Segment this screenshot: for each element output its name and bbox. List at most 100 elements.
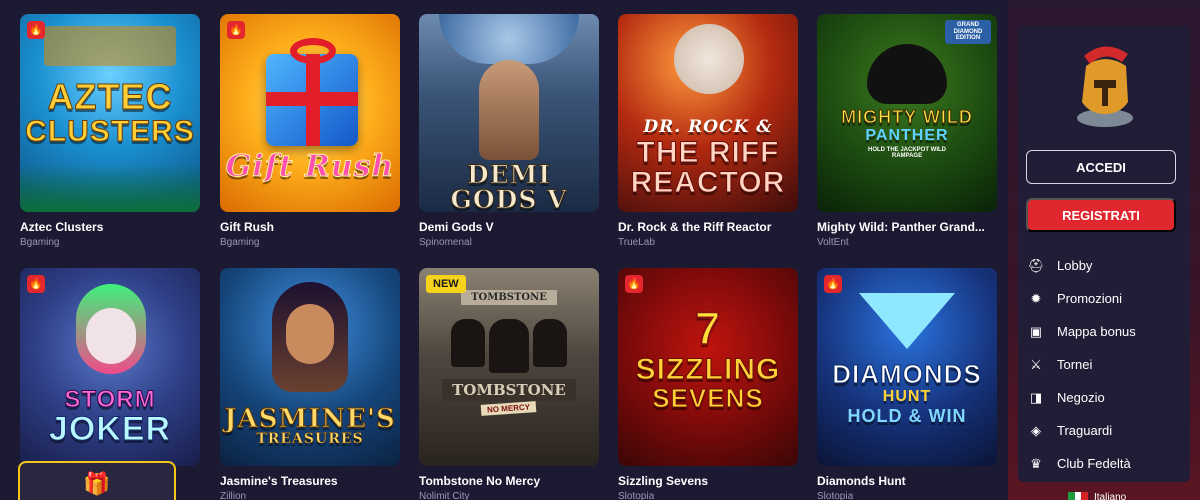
game-card-aztec-clusters[interactable]: 🔥 AZTEC CLUSTERS Aztec Clusters Bgaming xyxy=(20,14,200,249)
game-card-mighty-wild-panther[interactable]: GRAND DIAMOND EDITION MIGHTY WILD PANTHE… xyxy=(817,14,997,249)
register-button[interactable]: REGISTRATI xyxy=(1026,198,1176,232)
game-provider: TrueLab xyxy=(618,237,655,248)
language-selector[interactable]: Italiano xyxy=(1068,492,1128,500)
spartan-helmet-logo xyxy=(1077,46,1133,127)
sidebar-item-label: Mappa bonus xyxy=(1057,324,1136,339)
login-button[interactable]: ACCEDI xyxy=(1026,150,1176,184)
art-line-2: THE RIFF xyxy=(636,136,780,169)
game-card-jasmines-treasures[interactable]: JASMINE'S TREASURES Jasmine's Treasures … xyxy=(220,268,400,500)
game-provider: Zillion xyxy=(220,491,247,500)
art-line-3: HOLD & WIN xyxy=(847,406,967,426)
game-card-sizzling-sevens[interactable]: 🔥 7 SIZZLING SEVENS Sizzling Sevens Slot… xyxy=(618,268,798,500)
game-thumbnail[interactable]: 🔥 7 SIZZLING SEVENS xyxy=(618,268,798,466)
art-line-2: TOMBSTONE xyxy=(442,379,576,401)
game-thumbnail[interactable]: JASMINE'S TREASURES xyxy=(220,268,400,466)
art-line-1: AZTEC xyxy=(47,76,173,117)
sidebar-panel: ACCEDI REGISTRATI ⛑ Lobby ✹ Promozioni ▣… xyxy=(1018,26,1190,482)
sidebar-item-label: Club Fedeltà xyxy=(1057,456,1131,471)
sidebar-item-label: Traguardi xyxy=(1057,423,1113,438)
game-provider: Nolimit City xyxy=(419,491,470,500)
art-line-2: SIZZLING xyxy=(635,353,781,386)
game-card-gift-rush[interactable]: 🔥 Gift Rush Gift Rush Bgaming xyxy=(220,14,400,249)
flame-icon: 🔥 xyxy=(29,277,43,290)
game-title[interactable]: Dr. Rock & the Riff Reactor xyxy=(618,220,798,234)
art-line-1: DR. ROCK & xyxy=(643,117,773,137)
sidebar-item-traguardi[interactable]: ◈ Traguardi xyxy=(1028,414,1178,447)
hot-badge: 🔥 xyxy=(27,275,45,293)
game-thumbnail[interactable]: GRAND DIAMOND EDITION MIGHTY WILD PANTHE… xyxy=(817,14,997,212)
game-card-diamonds-hunt[interactable]: 🔥 DIAMONDS HUNT HOLD & WIN Diamonds Hunt… xyxy=(817,268,997,500)
sidebar-item-mappa-bonus[interactable]: ▣ Mappa bonus xyxy=(1028,315,1178,348)
swords-icon: ⚔ xyxy=(1030,356,1042,372)
art-line-1: 7 xyxy=(694,302,722,354)
sidebar-item-club-fedelta[interactable]: ♛ Club Fedeltà xyxy=(1028,447,1178,480)
game-art: DR. ROCK & THE RIFF REACTOR xyxy=(618,14,798,212)
sidebar-item-lobby[interactable]: ⛑ Lobby xyxy=(1028,249,1178,282)
game-card-dr-rock[interactable]: DR. ROCK & THE RIFF REACTOR Dr. Rock & t… xyxy=(618,14,798,249)
game-title[interactable]: Demi Gods V xyxy=(419,220,599,234)
sidebar-item-label: Promozioni xyxy=(1057,291,1123,306)
game-thumbnail[interactable]: 🔥 Gift Rush xyxy=(220,14,400,212)
game-card-demi-gods-v[interactable]: DEMI GODS V Demi Gods V Spinomenal xyxy=(419,14,599,249)
art-line-2: PANTHER xyxy=(865,126,949,144)
game-thumbnail[interactable]: DEMI GODS V xyxy=(419,14,599,212)
hot-badge: 🔥 xyxy=(625,275,643,293)
game-thumbnail[interactable]: DR. ROCK & THE RIFF REACTOR xyxy=(618,14,798,212)
game-provider: VoltEnt xyxy=(817,237,849,248)
flame-icon: 🔥 xyxy=(627,277,641,290)
italy-flag-icon xyxy=(1068,492,1089,500)
sidebar-item-negozio[interactable]: ◨ Negozio xyxy=(1028,381,1178,414)
art-line-3: SEVENS xyxy=(652,383,764,413)
game-title[interactable]: Jasmine's Treasures xyxy=(220,474,400,488)
sidebar-item-label: Negozio xyxy=(1057,390,1105,405)
game-art: DEMI GODS V xyxy=(419,14,599,212)
game-title[interactable]: Aztec Clusters xyxy=(20,220,200,234)
art-line-2: TREASURES xyxy=(256,431,364,447)
sidebar-item-label: Lobby xyxy=(1057,258,1093,273)
game-title[interactable]: Diamonds Hunt xyxy=(817,474,997,488)
art-line-1: DEMI GODS V xyxy=(450,160,568,213)
new-badge: NEW xyxy=(426,275,466,293)
game-art: 7 SIZZLING SEVENS xyxy=(618,268,798,466)
art-line-1: DIAMONDS xyxy=(832,359,982,389)
hot-badge: 🔥 xyxy=(227,21,245,39)
gift-bonus-button[interactable]: 🎁 xyxy=(18,461,176,500)
sidebar-menu: ⛑ Lobby ✹ Promozioni ▣ Mappa bonus ⚔ Tor… xyxy=(1028,249,1178,480)
hot-badge: 🔥 xyxy=(27,21,45,39)
game-art: GRAND DIAMOND EDITION MIGHTY WILD PANTHE… xyxy=(817,14,997,212)
game-art: DIAMONDS HUNT HOLD & WIN xyxy=(817,268,997,466)
flame-icon: 🔥 xyxy=(29,23,43,36)
sidebar-item-tornei[interactable]: ⚔ Tornei xyxy=(1028,348,1178,381)
game-thumbnail[interactable]: 🔥 STORM JOKER xyxy=(20,268,200,466)
game-card-tombstone-no-mercy[interactable]: NEW TOMBSTONE TOMBSTONE NO MERCY Tombsto… xyxy=(419,268,599,500)
game-art: AZTEC CLUSTERS xyxy=(20,14,200,212)
art-line-2: HUNT xyxy=(882,388,932,405)
game-thumbnail[interactable]: 🔥 AZTEC CLUSTERS xyxy=(20,14,200,212)
crown-icon: ♛ xyxy=(1030,455,1042,471)
game-provider: Slotopia xyxy=(618,491,655,500)
game-title[interactable]: Sizzling Sevens xyxy=(618,474,798,488)
art-line-2: CLUSTERS xyxy=(25,115,195,148)
flame-icon: 🔥 xyxy=(229,23,243,36)
helmet-icon: ⛑ xyxy=(1027,257,1045,273)
sidebar-item-promozioni[interactable]: ✹ Promozioni xyxy=(1028,282,1178,315)
game-art: TOMBSTONE TOMBSTONE NO MERCY xyxy=(419,268,599,466)
game-provider: Bgaming xyxy=(20,237,60,248)
art-line-3: REACTOR xyxy=(630,166,786,199)
game-thumbnail[interactable]: NEW TOMBSTONE TOMBSTONE NO MERCY xyxy=(419,268,599,466)
game-thumbnail[interactable]: 🔥 DIAMONDS HUNT HOLD & WIN xyxy=(817,268,997,466)
game-title[interactable]: Gift Rush xyxy=(220,220,400,234)
art-line-3: NO MERCY xyxy=(481,401,537,416)
game-provider: Bgaming xyxy=(220,237,260,248)
game-title[interactable]: Tombstone No Mercy xyxy=(419,474,599,488)
art-line-1: JASMINE'S xyxy=(224,404,396,434)
game-provider: Spinomenal xyxy=(419,237,472,248)
art-line-1: Gift Rush xyxy=(225,149,395,184)
flame-icon: 🔥 xyxy=(826,277,840,290)
language-label: Italiano xyxy=(1094,491,1127,500)
game-title[interactable]: Mighty Wild: Panther Grand... xyxy=(817,220,997,234)
game-art: Gift Rush xyxy=(220,14,400,212)
ticket-icon: ◈ xyxy=(1031,422,1041,438)
art-line-1: STORM xyxy=(64,386,156,413)
sidebar-item-label: Tornei xyxy=(1057,357,1093,372)
